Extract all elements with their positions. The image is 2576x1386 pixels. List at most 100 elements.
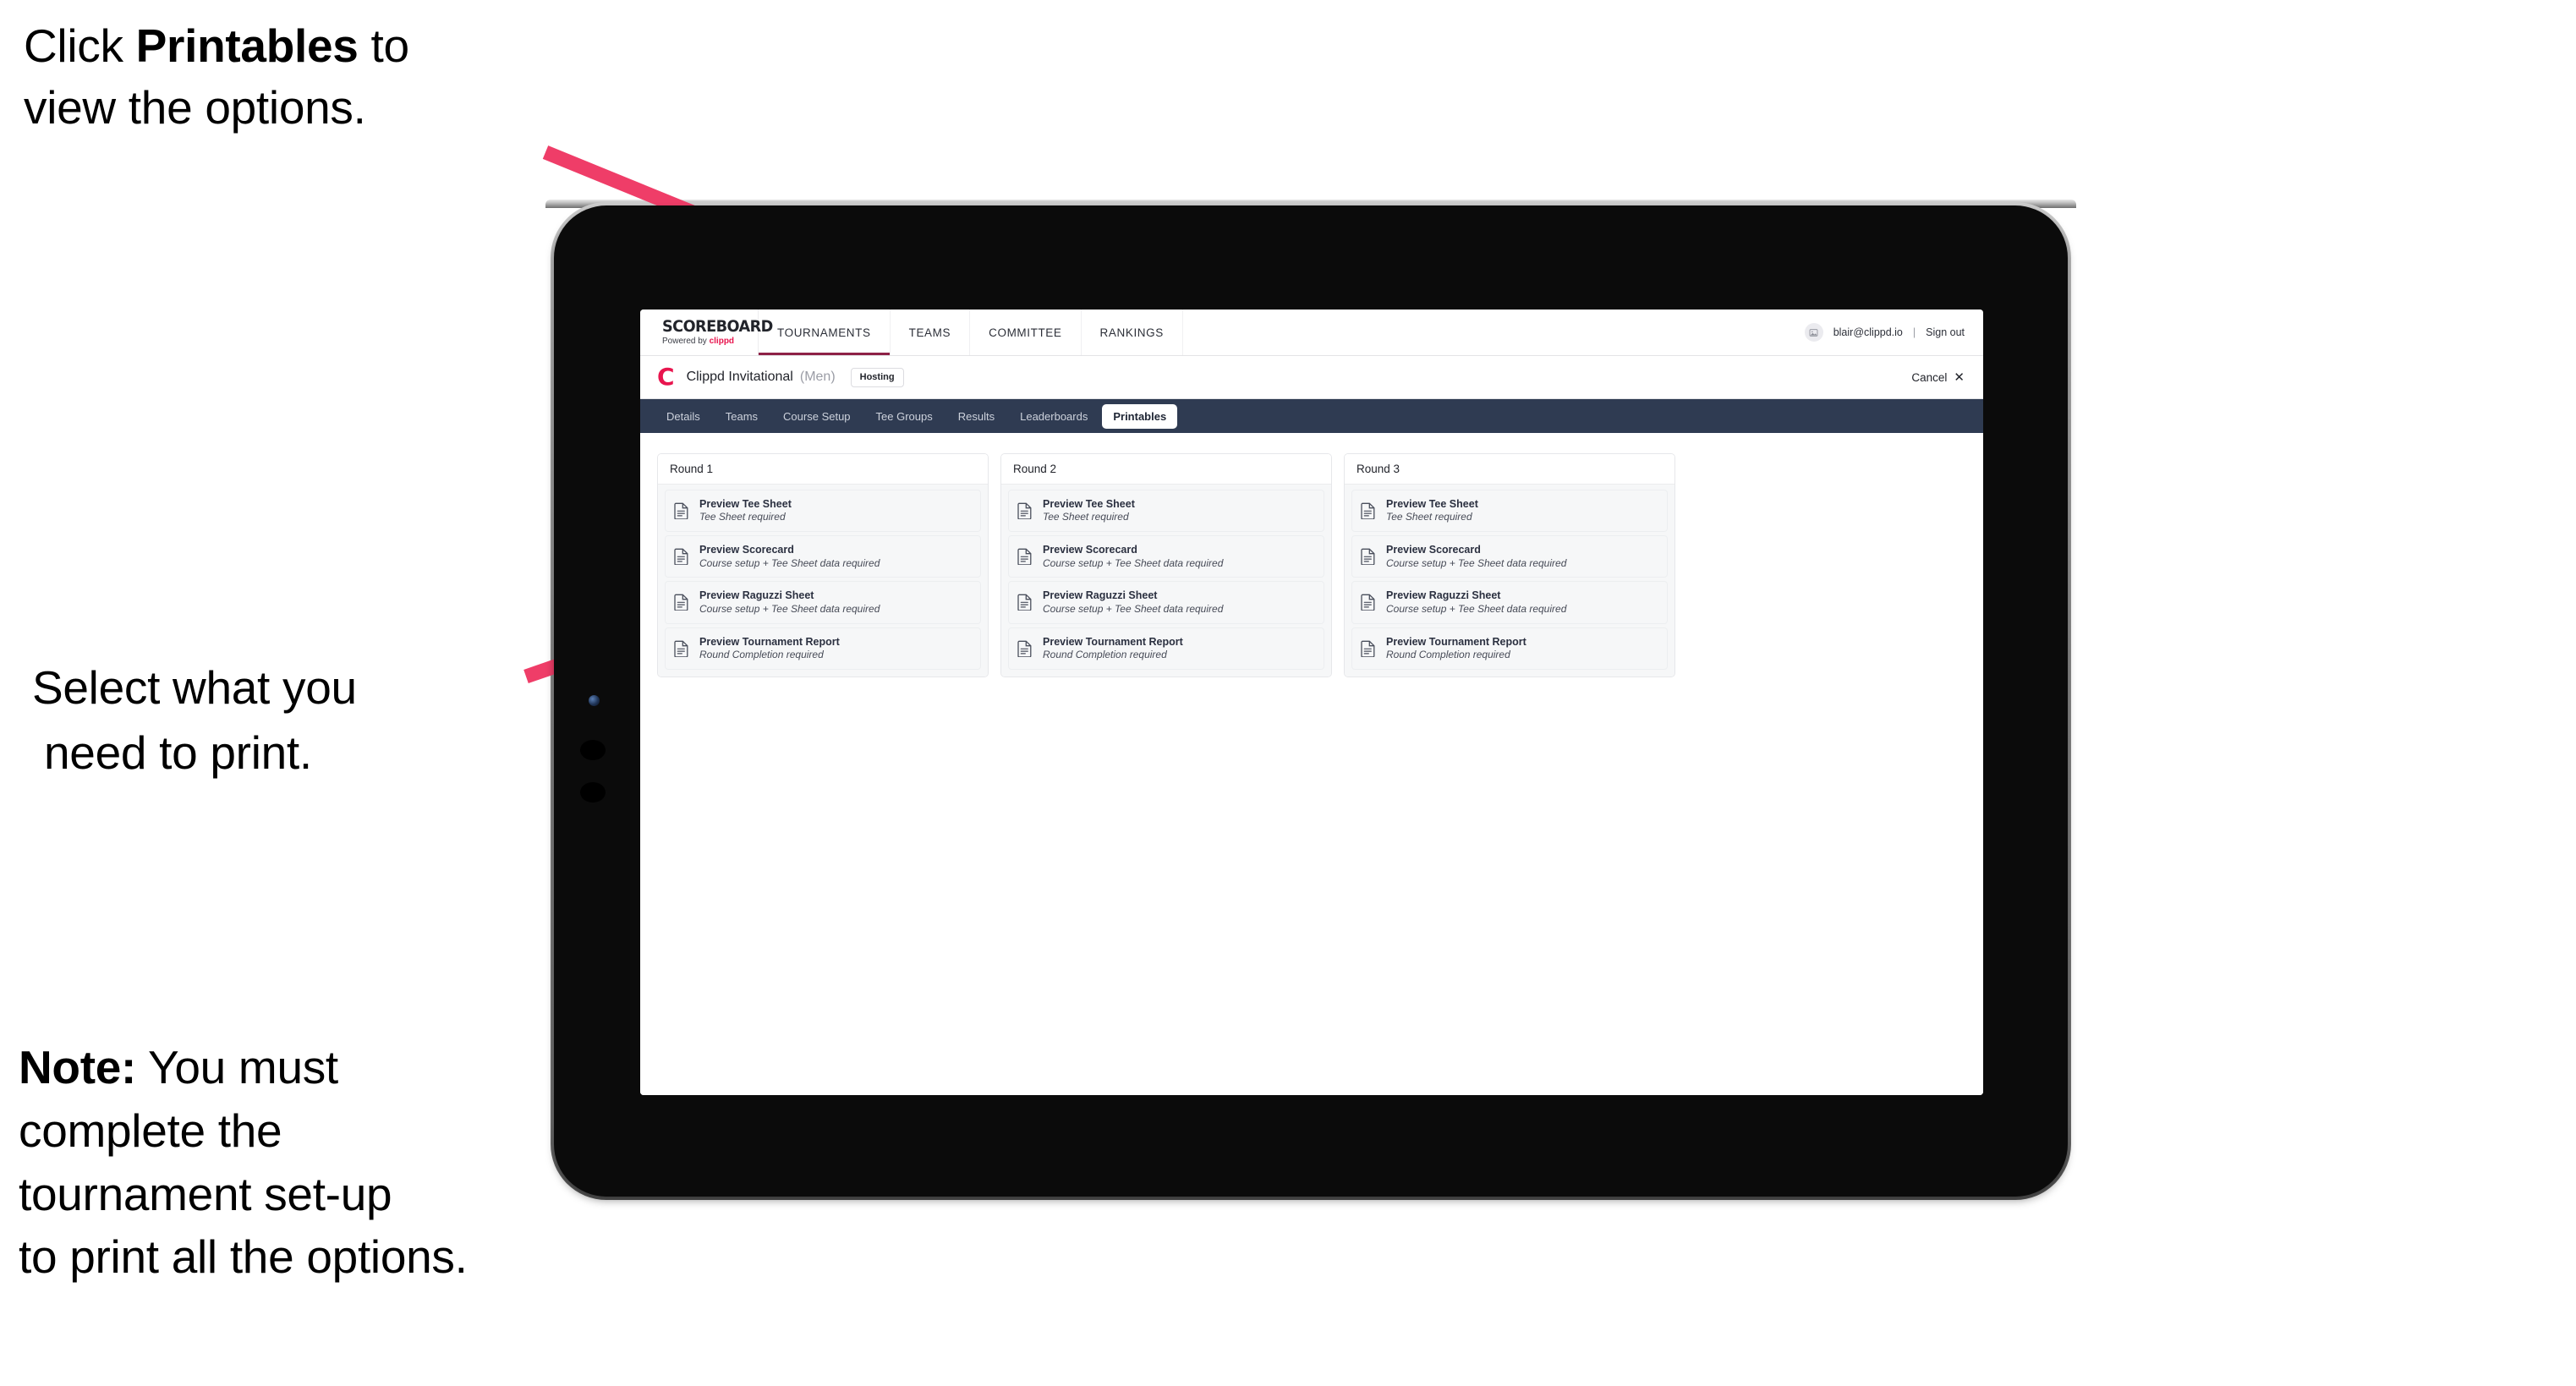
document-icon [1361,640,1375,657]
list-item-title: Preview Tee Sheet [699,498,792,510]
list-item-text: Preview Tee Sheet Tee Sheet required [1043,498,1135,523]
round-items-list: Preview Tee Sheet Tee Sheet required Pre… [1001,485,1331,677]
annotation-click-printables: Click Printables to view the options. [24,15,582,138]
annotation-click-line1-post: to [358,19,410,72]
annotation-note-line1: You must [136,1041,338,1093]
round-column: Round 2 Preview Tee Sheet Tee Sheet requ… [1000,453,1332,677]
list-item[interactable]: Preview Scorecard Course setup + Tee She… [1351,535,1668,578]
annotation-note-line3: tournament set-up [19,1167,392,1220]
list-item[interactable]: Preview Tournament Report Round Completi… [1008,627,1324,670]
list-item-title: Preview Raguzzi Sheet [699,589,814,602]
tab-course-setup[interactable]: Course Setup [772,404,862,429]
nav-item-teams[interactable]: TEAMS [891,310,971,355]
tab-printables[interactable]: Printables [1102,403,1178,429]
list-item[interactable]: Preview Tee Sheet Tee Sheet required [1351,490,1668,533]
tab-details[interactable]: Details [655,404,711,429]
annotation-note-line4: to print all the options. [19,1230,468,1284]
annotation-select-line1: Select what you [32,661,357,714]
nav-item-rankings-label: RANKINGS [1099,326,1164,339]
annotation-note-line2: complete the [19,1104,282,1157]
tab-leaderboards-label: Leaderboards [1020,409,1088,423]
round-items-list: Preview Tee Sheet Tee Sheet required Pre… [1345,485,1674,677]
tab-details-label: Details [666,409,700,423]
tab-results[interactable]: Results [947,404,1006,429]
list-item-title: Preview Scorecard [1386,544,1481,556]
cancel-button[interactable]: Cancel ✕ [1911,371,1965,384]
round-title: Round 2 [1001,454,1331,485]
annotation-note-bold: Note: [19,1041,137,1093]
close-icon: ✕ [1954,370,1965,385]
list-item-subtitle: Course setup + Tee Sheet data required [1043,602,1224,615]
speaker-hole-icon [580,782,606,803]
list-item[interactable]: Preview Tee Sheet Tee Sheet required [1008,490,1324,533]
list-item[interactable]: Preview Raguzzi Sheet Course setup + Tee… [665,581,981,624]
document-icon [1017,548,1032,566]
tab-teams[interactable]: Teams [715,404,769,429]
list-item[interactable]: Preview Raguzzi Sheet Course setup + Tee… [1008,581,1324,624]
user-avatar-icon[interactable] [1804,323,1823,342]
top-nav-user-area: blair@clippd.io | Sign out [1804,310,1983,355]
list-item-subtitle: Course setup + Tee Sheet data required [699,556,880,569]
document-icon [1361,594,1375,611]
list-item-subtitle: Round Completion required [699,648,824,660]
list-item-text: Preview Scorecard Course setup + Tee She… [1386,544,1566,569]
nav-item-teams-label: TEAMS [908,326,951,339]
tab-leaderboards[interactable]: Leaderboards [1009,404,1099,429]
list-item[interactable]: Preview Tee Sheet Tee Sheet required [665,490,981,533]
status-badge: Hosting [850,367,904,387]
document-icon [674,594,688,611]
document-icon [1361,548,1375,566]
list-item-title: Preview Scorecard [699,544,794,556]
list-item-text: Preview Tournament Report Round Completi… [1043,636,1183,661]
list-item[interactable]: Preview Raguzzi Sheet Course setup + Tee… [1351,581,1668,624]
nav-item-tournaments[interactable]: TOURNAMENTS [759,310,891,355]
list-item-subtitle: Course setup + Tee Sheet data required [1386,602,1567,615]
list-item[interactable]: Preview Tournament Report Round Completi… [665,627,981,670]
avatar-glyph-icon [1809,328,1818,337]
list-item-title: Preview Raguzzi Sheet [1386,589,1501,602]
printables-content: Round 1 Preview Tee Sheet Tee Sheet requ… [640,433,1983,1095]
list-item-subtitle: Course setup + Tee Sheet data required [699,602,880,615]
annotation-click-line1-pre: Click [24,19,136,72]
list-item-subtitle: Tee Sheet required [1386,511,1472,523]
clippd-logo-icon: C [657,363,675,391]
list-item[interactable]: Preview Scorecard Course setup + Tee She… [1008,535,1324,578]
tab-teams-label: Teams [725,409,759,423]
document-icon [1017,594,1032,611]
brand-logo[interactable]: SCOREBOARD Powered by clippd [640,310,773,355]
tab-results-label: Results [957,409,995,423]
list-item-text: Preview Raguzzi Sheet Course setup + Tee… [1043,589,1223,615]
brand-title: SCOREBOARD [662,317,773,336]
brand-sub-pre: Powered by [662,337,710,346]
document-icon [1017,502,1032,520]
app-top-navigation: SCOREBOARD Powered by clippd TOURNAMENTS… [640,310,1983,356]
document-icon [674,640,688,657]
top-nav-items: TOURNAMENTS TEAMS COMMITTEE RANKINGS [759,310,1183,355]
list-item[interactable]: Preview Scorecard Course setup + Tee She… [665,535,981,578]
tournament-name: Clippd Invitational [686,370,793,384]
list-item-subtitle: Tee Sheet required [1043,511,1129,523]
list-item-text: Preview Raguzzi Sheet Course setup + Tee… [1386,589,1566,615]
round-column: Round 1 Preview Tee Sheet Tee Sheet requ… [657,453,989,677]
cancel-button-label: Cancel [1911,370,1948,384]
list-item-subtitle: Round Completion required [1043,648,1167,660]
list-item-title: Preview Tee Sheet [1386,498,1478,510]
list-item-text: Preview Raguzzi Sheet Course setup + Tee… [699,589,880,615]
list-item-text: Preview Tournament Report Round Completi… [699,636,840,661]
document-icon [674,502,688,520]
tab-tee-groups[interactable]: Tee Groups [865,404,944,429]
list-item-text: Preview Scorecard Course setup + Tee She… [699,544,880,569]
round-column: Round 3 Preview Tee Sheet Tee Sheet requ… [1344,453,1675,677]
list-item-title: Preview Tee Sheet [1043,498,1135,510]
list-item-text: Preview Tee Sheet Tee Sheet required [1386,498,1478,523]
list-item-title: Preview Tournament Report [1043,635,1183,648]
nav-item-rankings[interactable]: RANKINGS [1082,310,1183,355]
list-item[interactable]: Preview Tournament Report Round Completi… [1351,627,1668,670]
document-icon [1017,640,1032,657]
separator: | [1912,326,1916,338]
sign-out-button[interactable]: Sign out [1926,326,1965,338]
tournament-gender: (Men) [799,370,836,384]
nav-item-committee[interactable]: COMMITTEE [970,310,1082,355]
list-item-subtitle: Course setup + Tee Sheet data required [1043,556,1224,569]
tournament-tab-bar: Details Teams Course Setup Tee Groups Re… [640,399,1983,433]
